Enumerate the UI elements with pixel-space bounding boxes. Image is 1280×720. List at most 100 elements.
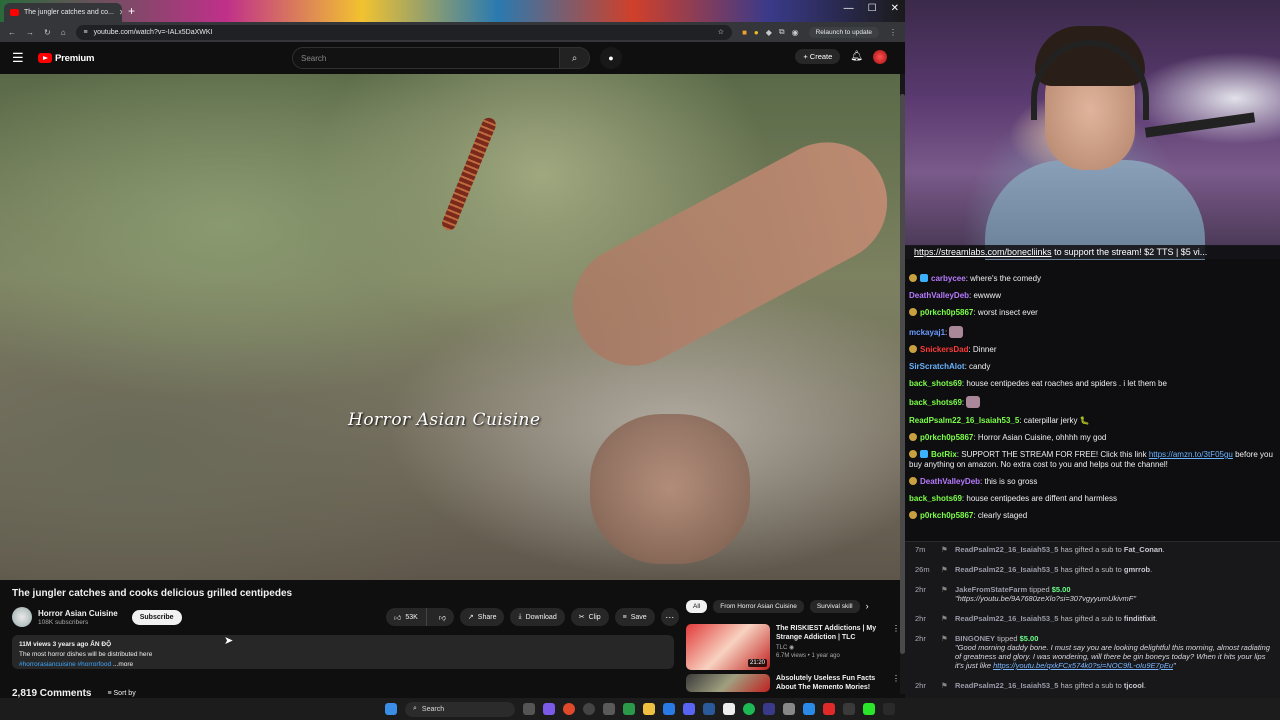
app-icon[interactable] — [803, 703, 815, 715]
app-icon[interactable] — [823, 703, 835, 715]
app-icon[interactable] — [843, 703, 855, 715]
app-icon[interactable] — [663, 703, 675, 715]
app-icon[interactable] — [543, 703, 555, 715]
chat-username[interactable]: carbycee — [931, 274, 966, 283]
windows-start-icon[interactable] — [385, 703, 397, 715]
app-icon[interactable] — [623, 703, 635, 715]
discord-icon[interactable] — [683, 703, 695, 715]
chat-username[interactable]: p0rkch0p5867 — [920, 511, 973, 520]
notifications-bell-icon[interactable]: 🔔︎ — [850, 51, 863, 62]
like-button[interactable]: 👍︎ 53K — [386, 608, 427, 626]
show-more-link[interactable]: ...more — [111, 661, 133, 668]
app-icon[interactable] — [883, 703, 895, 715]
profile-icon[interactable]: ◉ — [792, 28, 799, 37]
chat-username[interactable]: DeathValleyDeb — [909, 291, 969, 300]
file-explorer-icon[interactable] — [643, 703, 655, 715]
maximize-icon[interactable]: ☐ — [868, 3, 877, 14]
share-button[interactable]: ↗ Share — [459, 608, 505, 626]
address-bar[interactable]: ≡ youtube.com/watch?v=-IALx5DaXWKI ☆ — [75, 24, 733, 40]
extension-icon[interactable]: ■ — [742, 28, 747, 37]
create-button[interactable]: + Create — [795, 49, 841, 64]
close-tab-icon[interactable]: ✕ — [119, 8, 122, 17]
chat-link[interactable]: https://amzn.to/3tF05gu — [1149, 450, 1233, 459]
home-icon[interactable]: ⌂ — [61, 28, 66, 37]
new-tab-icon[interactable]: + — [128, 4, 135, 18]
app-icon[interactable] — [603, 703, 615, 715]
reload-icon[interactable]: ↻ — [44, 28, 51, 37]
chip-all[interactable]: All — [686, 599, 708, 613]
chat-username[interactable]: p0rkch0p5867 — [920, 308, 973, 317]
back-icon[interactable]: ← — [8, 28, 16, 37]
event-flag-icon[interactable]: ⚑ — [941, 565, 951, 574]
channel-avatar[interactable] — [12, 607, 32, 627]
recommended-title[interactable]: The RISKIEST Addictions | My Strange Add… — [776, 624, 878, 642]
spotify-icon[interactable] — [743, 703, 755, 715]
minimize-icon[interactable]: — — [844, 3, 854, 14]
event-flag-icon[interactable]: ⚑ — [941, 634, 951, 670]
more-options-icon[interactable]: ⋮ — [892, 674, 900, 692]
recommended-title[interactable]: Absolutely Useless Fun Facts About The M… — [776, 674, 878, 692]
chip-from-channel[interactable]: From Horror Asian Cuisine — [713, 599, 804, 613]
clip-button[interactable]: ✂ Clip — [570, 608, 609, 626]
app-icon[interactable] — [863, 703, 875, 715]
chat-username[interactable]: SirScratchAlot — [909, 362, 965, 371]
chrome-icon[interactable] — [563, 703, 575, 715]
chat-username[interactable]: p0rkch0p5867 — [920, 433, 973, 442]
browser-tab-active[interactable]: The jungler catches and co... ✕ — [4, 3, 122, 22]
video-thumbnail[interactable] — [686, 674, 770, 692]
task-view-icon[interactable] — [523, 703, 535, 715]
recommended-video[interactable]: Absolutely Useless Fun Facts About The M… — [686, 674, 900, 692]
description-hashtags[interactable]: #horrorasiancuisine #horrorfood — [19, 661, 111, 668]
chat-username[interactable]: DeathValleyDeb — [920, 477, 980, 486]
sort-by-button[interactable]: ≡ Sort by — [107, 690, 135, 697]
more-actions-icon[interactable]: ⋯ — [660, 608, 679, 626]
chat-username[interactable]: BotRix — [931, 450, 957, 459]
event-flag-icon[interactable]: ⚑ — [941, 681, 951, 690]
extension-icon[interactable]: ● — [754, 28, 759, 37]
youtube-logo[interactable]: Premium — [38, 53, 94, 64]
chat-username[interactable]: ReadPsalm22_16_Isaiah53_5 — [909, 416, 1019, 425]
chat-username[interactable]: back_shots69 — [909, 494, 962, 503]
download-button[interactable]: ⤓ Download — [510, 608, 565, 626]
menu-icon[interactable]: ☰ — [12, 50, 34, 66]
tip-link[interactable]: https://youtu.be/qxkFCx574k0?si=NOC9fL-o… — [993, 661, 1173, 670]
bookmark-star-icon[interactable]: ☆ — [718, 28, 724, 36]
chat-username[interactable]: mckayaj1 — [909, 328, 945, 337]
forward-icon[interactable]: → — [26, 28, 34, 37]
steam-icon[interactable] — [703, 703, 715, 715]
subscribe-button[interactable]: Subscribe — [131, 609, 182, 625]
recommended-video[interactable]: 21:20 The RISKIEST Addictions | My Stran… — [686, 624, 900, 670]
browser-menu-icon[interactable]: ⋮ — [889, 28, 897, 37]
taskbar-search[interactable]: ⌕ Search — [405, 701, 515, 717]
stream-overlay: https://streamlabs.com/bonecliinks to su… — [905, 0, 1280, 698]
site-info-icon[interactable]: ≡ — [84, 29, 88, 36]
extensions-puzzle-icon[interactable]: ⧉ — [779, 27, 785, 37]
chat-username[interactable]: back_shots69 — [909, 398, 962, 407]
obs-icon[interactable] — [583, 703, 595, 715]
chat-username[interactable]: SnickersDad — [920, 345, 968, 354]
chat-username[interactable]: back_shots69 — [909, 379, 962, 388]
event-flag-icon[interactable]: ⚑ — [941, 614, 951, 623]
event-flag-icon[interactable]: ⚑ — [941, 585, 951, 603]
event-flag-icon[interactable]: ⚑ — [941, 545, 951, 554]
channel-name[interactable]: Horror Asian Cuisine — [38, 609, 118, 618]
save-button[interactable]: ≡ Save — [614, 608, 655, 626]
app-icon[interactable] — [783, 703, 795, 715]
microphone-icon[interactable]: ● — [600, 47, 622, 69]
search-icon[interactable]: ⌕ — [560, 47, 590, 69]
account-avatar[interactable] — [873, 49, 887, 64]
description-box[interactable]: 11M views 3 years ago ẨN ĐỘ The most hor… — [12, 635, 674, 669]
chevron-right-icon[interactable]: › — [866, 601, 869, 611]
app-icon[interactable] — [723, 703, 735, 715]
dislike-button[interactable]: 👎︎ — [431, 608, 454, 626]
search-input[interactable]: Search — [292, 47, 560, 69]
video-thumbnail[interactable]: 21:20 — [686, 624, 770, 670]
more-options-icon[interactable]: ⋮ — [892, 624, 900, 670]
close-window-icon[interactable]: ✕ — [891, 3, 899, 14]
chat-text: SUPPORT THE STREAM FOR FREE! Click this … — [961, 449, 1149, 459]
video-player[interactable]: Horror Asian Cuisine — [0, 74, 900, 580]
chip-survival-skill[interactable]: Survival skill — [809, 599, 860, 613]
relaunch-button[interactable]: Relaunch to update — [808, 26, 879, 38]
app-icon[interactable] — [763, 703, 775, 715]
extension-icon[interactable]: ◆ — [766, 28, 772, 37]
